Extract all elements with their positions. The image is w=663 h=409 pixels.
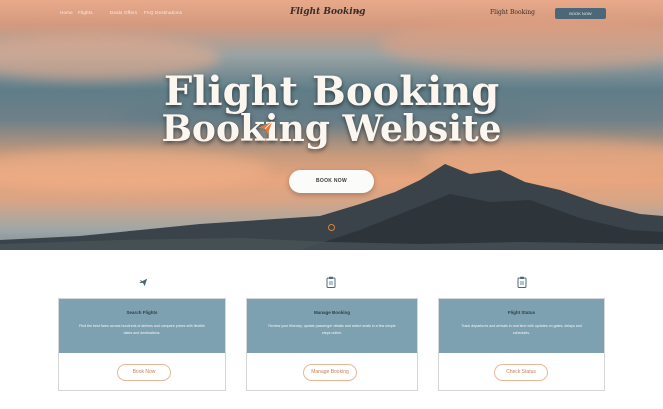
- hero-title-line2: Booking Website: [161, 108, 502, 150]
- cloud: [380, 20, 663, 70]
- card-status-button[interactable]: Check Status: [494, 364, 548, 381]
- card-header: Flight Status Track departures and arriv…: [439, 299, 604, 353]
- plane-icon: [257, 121, 273, 135]
- nav-link-flights[interactable]: Flights: [78, 10, 93, 15]
- logo-plane-icon: ✈: [355, 9, 361, 16]
- card-book-button[interactable]: Book Now: [117, 364, 171, 381]
- card-manage-button[interactable]: Manage Booking: [303, 364, 357, 381]
- clipboard-icon: [326, 276, 336, 288]
- card-title: Flight Status: [507, 310, 536, 315]
- carousel-indicator[interactable]: [328, 224, 335, 231]
- clipboard-icon: [517, 276, 527, 288]
- feature-card-manage: Manage Booking Review your itinerary, up…: [246, 298, 418, 391]
- nav-brand-text[interactable]: Flight Booking: [490, 9, 535, 16]
- nav-link-deals[interactable]: Deals Offers: [110, 10, 137, 15]
- card-title: Manage Booking: [313, 310, 350, 315]
- card-header: Search Flights Find the best fares acros…: [59, 299, 225, 353]
- hero-banner: Home Flights Deals Offers FAQ Destinatio…: [0, 0, 663, 250]
- plane-icon: [138, 278, 148, 287]
- card-description: Track departures and arrivals in real ti…: [461, 324, 582, 335]
- card-description: Find the best fares across hundreds of a…: [79, 324, 205, 335]
- card-title: Search Flights: [126, 310, 158, 315]
- nav-link-faq[interactable]: FAQ Destinations: [144, 10, 182, 15]
- feature-card-status: Flight Status Track departures and arriv…: [438, 298, 605, 391]
- hero-book-button[interactable]: BOOK NOW: [289, 170, 374, 193]
- nav-link-home[interactable]: Home: [60, 10, 73, 15]
- nav-book-button[interactable]: BOOK NOW: [555, 8, 606, 19]
- top-nav: Home Flights Deals Offers FAQ Destinatio…: [0, 0, 663, 26]
- card-description: Review your itinerary, update passenger …: [268, 324, 396, 335]
- feature-card-search: Search Flights Find the best fares acros…: [58, 298, 226, 391]
- card-header: Manage Booking Review your itinerary, up…: [247, 299, 417, 353]
